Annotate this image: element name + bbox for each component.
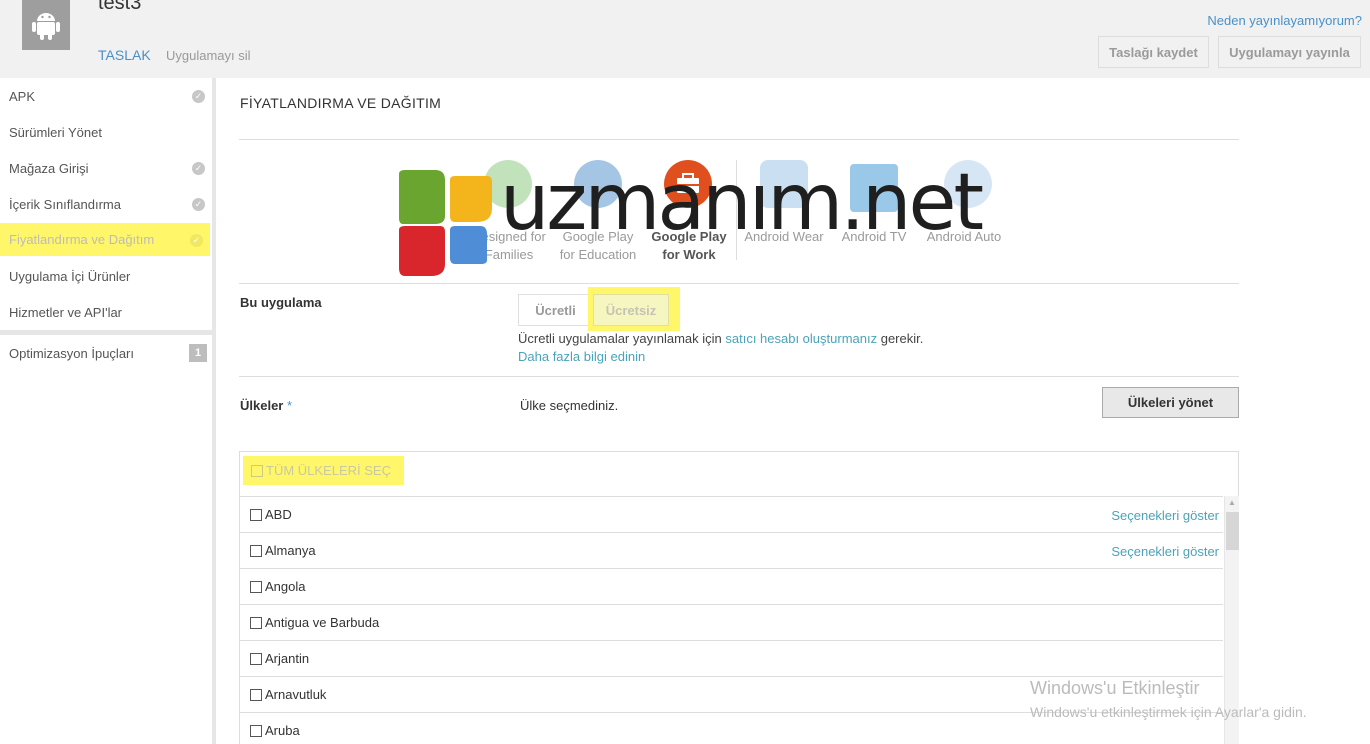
pricing-info-text: Ücretli uygulamalar yayınlamak için satı… (518, 331, 923, 346)
sidebar-item-in-app-products[interactable]: Uygulama İçi Ürünler (0, 259, 212, 293)
app-title: test3 (98, 0, 142, 14)
sidebar: APK ✓ Sürümleri Yönet Mağaza Girişi ✓ İç… (0, 78, 216, 744)
check-circle-icon: ✓ (192, 90, 205, 103)
paid-option-button[interactable]: Ücretli (518, 294, 593, 326)
info-text: Ücretli uygulamalar yayınlamak için (518, 331, 726, 346)
app-header: test3 TASLAK Uygulamayı sil Neden yayınl… (0, 0, 1370, 78)
tab-draft[interactable]: TASLAK (98, 47, 151, 63)
tips-count-badge: 1 (189, 344, 207, 362)
country-row[interactable]: Arjantin (240, 640, 1223, 676)
checkbox-icon[interactable] (250, 652, 262, 665)
learn-more-link[interactable]: Daha fazla bilgi edinin (518, 349, 645, 364)
windows-activation-subtitle: Windows'u etkinleştirmek için Ayarlar'a … (1030, 704, 1307, 720)
sidebar-item-content-rating[interactable]: İçerik Sınıflandırma ✓ (0, 187, 212, 221)
sidebar-item-label: İçerik Sınıflandırma (9, 196, 121, 212)
sidebar-item-store-listing[interactable]: Mağaza Girişi ✓ (0, 151, 212, 185)
android-icon (22, 0, 70, 50)
select-all-countries-checkbox[interactable]: TÜM ÜLKELERİ SEÇ (243, 456, 404, 485)
sidebar-item-label: Mağaza Girişi (9, 160, 89, 176)
checkbox-icon[interactable] (250, 508, 262, 521)
country-row[interactable]: Antigua ve Barbuda (240, 604, 1223, 640)
sidebar-item-label: Uygulama İçi Ürünler (9, 268, 131, 284)
select-all-label: TÜM ÜLKELERİ SEÇ (266, 463, 391, 478)
country-row[interactable]: Almanya Seçenekleri göster (240, 532, 1223, 568)
merchant-account-link[interactable]: satıcı hesabı oluşturmanız (725, 331, 877, 346)
sidebar-item-label: Optimizasyon İpuçları (9, 345, 134, 361)
country-name: Angola (265, 579, 306, 594)
show-options-link[interactable]: Seçenekleri göster (1111, 508, 1219, 523)
no-country-selected-text: Ülke seçmediniz. (520, 398, 619, 413)
sidebar-item-label: Fiyatlandırma ve Dağıtım (9, 232, 155, 247)
watermark-logo-text: uzmanım.net (500, 158, 984, 248)
checkbox-icon[interactable] (250, 544, 262, 557)
page-title: FİYATLANDIRMA VE DAĞITIM (240, 95, 442, 111)
divider (239, 376, 1239, 377)
scrollbar-thumb[interactable] (1226, 512, 1239, 550)
divider (239, 283, 1239, 284)
required-mark: * (287, 398, 293, 413)
why-cant-publish-link[interactable]: Neden yayınlayamıyorum? (1207, 13, 1362, 28)
checkbox-icon (251, 464, 263, 477)
sidebar-item-label: Hizmetler ve API'lar (9, 304, 123, 320)
sidebar-divider (0, 330, 212, 335)
scroll-up-icon[interactable]: ▲ (1228, 498, 1236, 507)
save-draft-button[interactable]: Taslağı kaydet (1098, 36, 1209, 68)
country-name: Antigua ve Barbuda (265, 615, 380, 630)
pricing-label: Bu uygulama (240, 295, 322, 310)
country-name: Almanya (265, 543, 316, 558)
check-circle-icon: ✓ (190, 234, 203, 247)
free-option-button[interactable]: Ücretsiz (593, 294, 669, 326)
check-circle-icon: ✓ (192, 162, 205, 175)
sidebar-item-label: APK (9, 88, 36, 104)
divider (239, 139, 1239, 140)
publish-app-button[interactable]: Uygulamayı yayınla (1218, 36, 1361, 68)
countries-label: Ülkeler * (240, 398, 292, 413)
windows-activation-title: Windows'u Etkinleştir (1030, 678, 1200, 698)
country-name: ABD (265, 507, 292, 522)
info-text: gerekir. (877, 331, 924, 346)
country-name: Arjantin (265, 651, 310, 666)
sidebar-item-optimization-tips[interactable]: Optimizasyon İpuçları 1 (0, 336, 212, 370)
sidebar-item-releases[interactable]: Sürümleri Yönet (0, 115, 212, 149)
checkbox-icon[interactable] (250, 724, 262, 737)
checkbox-icon[interactable] (250, 580, 262, 593)
manage-countries-button[interactable]: Ülkeleri yönet (1102, 387, 1239, 418)
sidebar-item-pricing-distribution[interactable]: Fiyatlandırma ve Dağıtım ✓ (0, 223, 210, 256)
show-options-link[interactable]: Seçenekleri göster (1111, 544, 1219, 559)
checkbox-icon[interactable] (250, 616, 262, 629)
country-name: Arnavutluk (265, 687, 327, 702)
watermark-logo: uzmanım.net (395, 164, 995, 278)
country-name: Aruba (265, 723, 300, 738)
sidebar-item-label: Sürümleri Yönet (9, 124, 102, 140)
sidebar-item-apk[interactable]: APK ✓ (0, 79, 212, 113)
country-list: TÜM ÜLKELERİ SEÇ ABD Seçenekleri göster … (239, 451, 1239, 744)
countries-label-text: Ülkeler (240, 398, 284, 413)
check-circle-icon: ✓ (192, 198, 205, 211)
country-row[interactable]: Angola (240, 568, 1223, 604)
checkbox-icon[interactable] (250, 688, 262, 701)
country-row[interactable]: ABD Seçenekleri göster (240, 496, 1223, 532)
delete-app-link[interactable]: Uygulamayı sil (166, 48, 251, 63)
sidebar-item-services-apis[interactable]: Hizmetler ve API'lar (0, 295, 212, 329)
